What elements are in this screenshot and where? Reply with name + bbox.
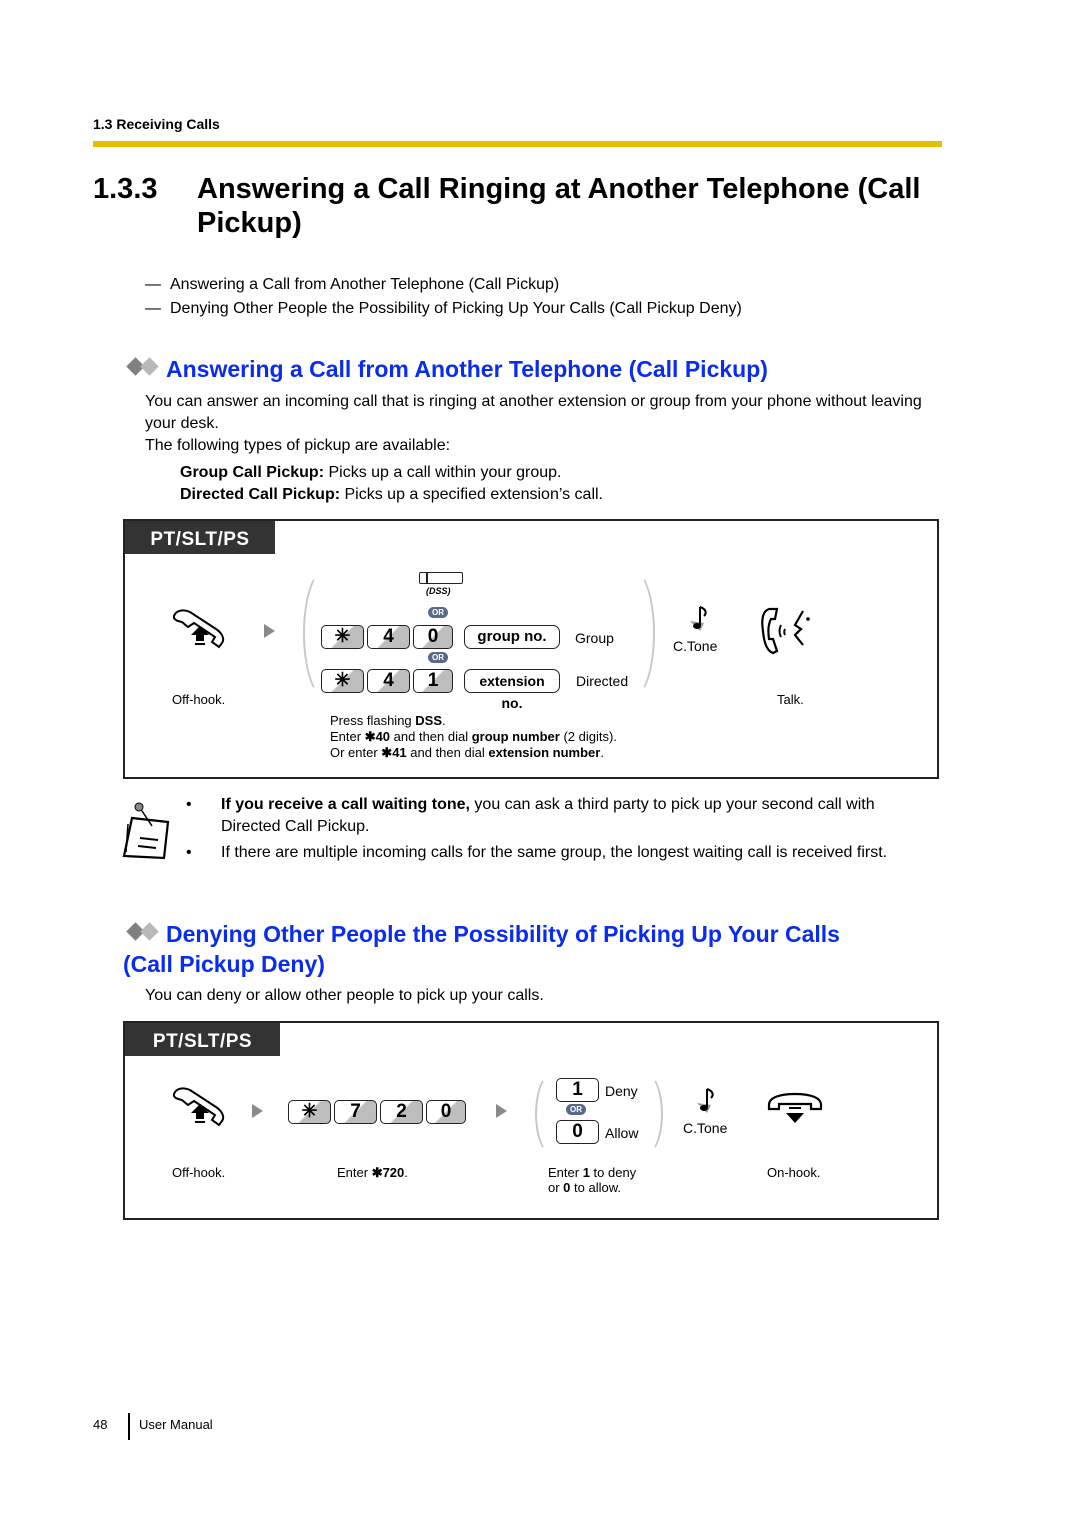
section-heading-call-pickup: Answering a Call from Another Telephone … <box>126 355 768 384</box>
note-item: • If you receive a call waiting tone, yo… <box>186 796 875 835</box>
talk-icon <box>761 607 810 655</box>
terminal-type-tab: PT/SLT/PS <box>125 1023 280 1056</box>
note-item: • If there are multiple incoming calls f… <box>186 844 888 861</box>
types-intro: The following types of pickup are availa… <box>145 437 451 454</box>
allow-label: Allow <box>605 1125 639 1141</box>
running-head: 1.3 Receiving Calls <box>93 116 220 132</box>
dss-label: (DSS) <box>426 586 451 596</box>
off-hook-label: Off-hook. <box>172 1165 226 1180</box>
on-hook-icon <box>767 1092 823 1123</box>
key-star[interactable]: ✳ <box>288 1100 331 1124</box>
deny-label: Deny <box>605 1083 638 1099</box>
diamond-bullet-icon <box>126 922 162 941</box>
section-number: 1.3.3 <box>93 173 158 205</box>
dss-button[interactable] <box>419 572 463 584</box>
or-badge: OR <box>566 1104 586 1115</box>
enter-code-instruction: Enter ✱720. <box>337 1165 408 1180</box>
page-number: 48 <box>93 1417 108 1432</box>
deny-intro: You can deny or allow other people to pi… <box>145 987 544 1004</box>
section-heading-call-pickup-deny-line2: (Call Pickup Deny) <box>123 951 325 977</box>
section-title: Answering a Call Ringing at Another Tele… <box>197 173 921 239</box>
intro-paragraph: You can answer an incoming call that is … <box>145 393 922 432</box>
off-hook-icon <box>172 1087 225 1127</box>
directed-label: Directed <box>576 673 629 689</box>
ctone-label: C.Tone <box>683 1120 728 1136</box>
on-hook-label: On-hook. <box>767 1165 821 1180</box>
key-1-deny[interactable]: 1 <box>556 1078 599 1102</box>
group-number-input[interactable]: group no. <box>464 625 560 649</box>
key-star[interactable]: ✳ <box>321 669 364 693</box>
off-hook-icon <box>172 609 225 649</box>
or-badge: OR <box>428 607 448 618</box>
key-0[interactable]: 0 <box>413 625 453 649</box>
toc-item-call-pickup-deny[interactable]: — Denying Other People the Possibility of… <box>145 300 742 318</box>
or-badge: OR <box>428 652 448 663</box>
key-4[interactable]: 4 <box>367 669 410 693</box>
pickup-instructions: Press flashing DSS. Enter ✱40 and then d… <box>330 713 617 760</box>
key-7[interactable]: 7 <box>334 1100 377 1124</box>
talk-label: Talk. <box>777 692 804 707</box>
key-4[interactable]: 4 <box>367 625 410 649</box>
extension-number-input[interactable]: extension no. <box>464 669 560 711</box>
key-0[interactable]: 0 <box>426 1100 466 1124</box>
key-0-allow[interactable]: 0 <box>556 1120 599 1144</box>
procedure-panel-call-pickup-deny: PT/SLT/PS Off-hook. ✳ 7 2 0 Enter ✱720. … <box>123 1021 939 1220</box>
key-star[interactable]: ✳ <box>321 625 364 649</box>
step-arrow-icon <box>496 1104 507 1118</box>
toc-item-call-pickup[interactable]: — Answering a Call from Another Telephone… <box>145 276 559 294</box>
footer-label: User Manual <box>139 1417 213 1432</box>
confirmation-tone-icon <box>697 1088 714 1113</box>
section-heading-call-pickup-deny: Denying Other People the Possibility of … <box>126 920 946 949</box>
terminal-type-tab: PT/SLT/PS <box>125 521 275 554</box>
group-label: Group <box>575 630 614 646</box>
type-directed-pickup: Directed Call Pickup: Picks up a specifi… <box>180 486 603 503</box>
footer-divider <box>128 1413 130 1440</box>
step-arrow-icon <box>264 624 275 638</box>
ctone-label: C.Tone <box>673 638 718 654</box>
confirmation-tone-icon <box>690 606 707 631</box>
header-rule <box>93 141 942 147</box>
deny-allow-instruction: Enter 1 to deny or 0 to allow. <box>548 1165 637 1195</box>
diamond-bullet-icon <box>126 357 162 376</box>
step-arrow-icon <box>252 1104 263 1118</box>
type-group-pickup: Group Call Pickup: Picks up a call withi… <box>180 464 562 481</box>
note-icon <box>122 802 170 860</box>
key-2[interactable]: 2 <box>380 1100 423 1124</box>
off-hook-label: Off-hook. <box>172 692 226 707</box>
procedure-panel-call-pickup: PT/SLT/PS Off-hook. (DSS) OR ✳ 4 0 group… <box>123 519 939 779</box>
key-1[interactable]: 1 <box>413 669 453 693</box>
